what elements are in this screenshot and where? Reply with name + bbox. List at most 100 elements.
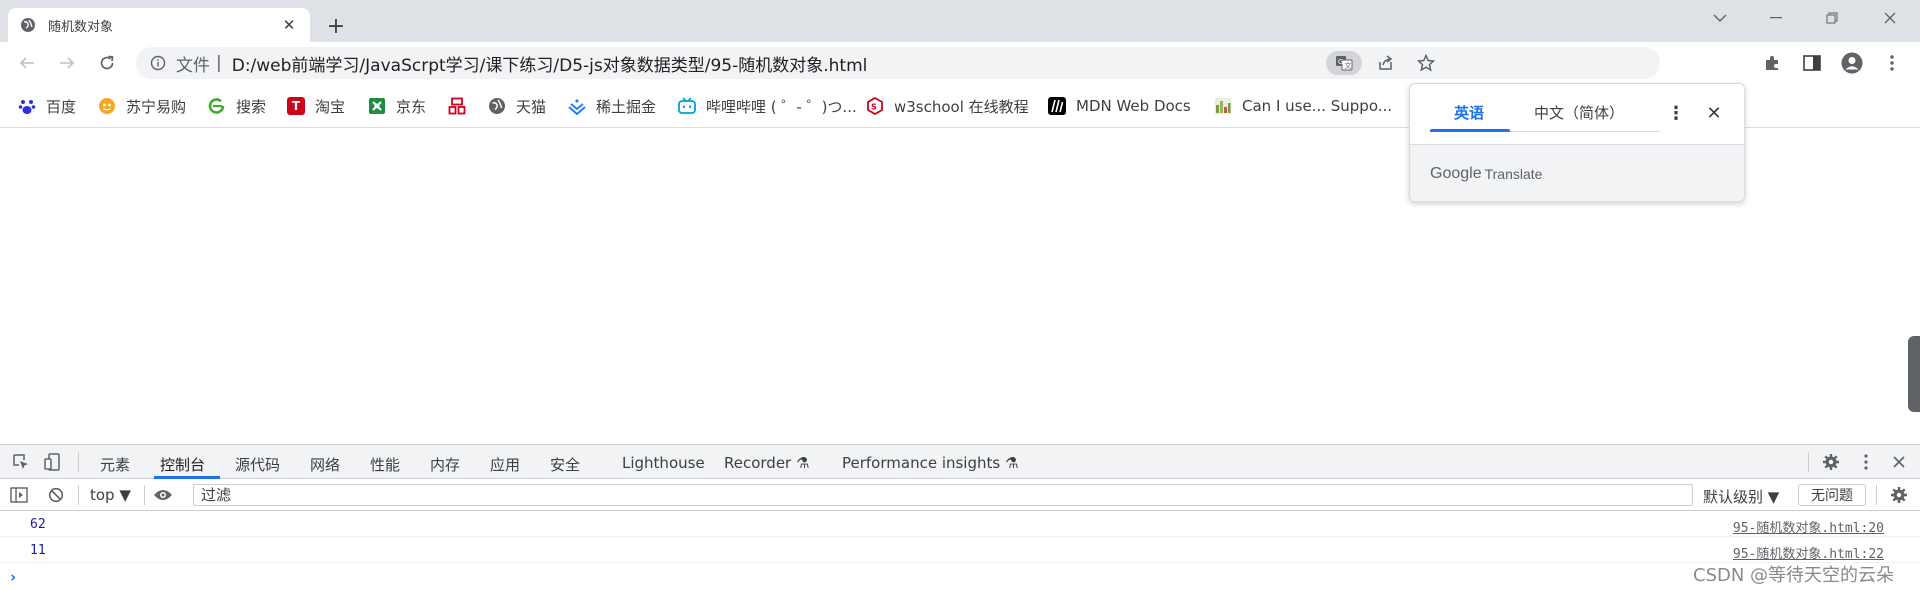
suning-icon xyxy=(98,97,116,115)
translate-tab-indicator xyxy=(1430,129,1510,132)
restore-icon[interactable] xyxy=(1804,0,1860,36)
bookmark-search[interactable]: 搜索 xyxy=(208,92,266,120)
eye-icon[interactable] xyxy=(152,484,174,506)
reload-icon[interactable] xyxy=(93,49,121,77)
taobao-icon: T xyxy=(287,97,305,115)
bookmark-label: 淘宝 xyxy=(315,97,346,116)
bookmark-label: 稀土掘金 xyxy=(596,97,657,116)
bookmark-label: 京东 xyxy=(396,97,427,116)
settings-gear-icon[interactable] xyxy=(1820,451,1842,473)
translate-tab-source[interactable]: 英语 xyxy=(1454,102,1484,123)
console-value: 11 xyxy=(30,543,46,558)
bookmark-tmall[interactable]: 天猫 xyxy=(488,92,546,120)
log-level-selector[interactable]: 默认级别 ▼ xyxy=(1703,486,1779,507)
browser-toolbar: 文件 | D:/web前端学习/JavaScrpt学习/课下练习/D5-js对象… xyxy=(0,42,1920,84)
forward-arrow-icon[interactable] xyxy=(53,49,81,77)
edge-scroll-widget[interactable] xyxy=(1908,336,1920,412)
close-icon[interactable]: ✕ xyxy=(1700,99,1728,127)
minimize-icon[interactable] xyxy=(1748,0,1804,36)
translate-footer: Google Translate xyxy=(1410,144,1744,201)
translate-popup: 英语 中文（简体） ⋮ ✕ Google Translate xyxy=(1409,83,1745,202)
console-toolbar: top ▼ 过滤 默认级别 ▼ 无问题 xyxy=(0,479,1920,511)
profile-avatar-icon[interactable] xyxy=(1838,49,1866,77)
bookmark-suning[interactable]: 苏宁易购 xyxy=(98,92,186,120)
devtools-separator xyxy=(1808,452,1809,472)
devtools-menu-icon[interactable] xyxy=(1855,451,1877,473)
bookmark-label: 搜索 xyxy=(236,97,267,116)
tab-sources[interactable]: 源代码 xyxy=(235,454,280,475)
url-text[interactable]: D:/web前端学习/JavaScrpt学习/课下练习/D5-js对象数据类型/… xyxy=(232,51,868,76)
svg-text:G: G xyxy=(1338,58,1343,66)
console-settings-gear-icon[interactable] xyxy=(1888,484,1910,506)
svg-text:文: 文 xyxy=(1345,61,1352,70)
tab-strip: 随机数对象 ✕ + xyxy=(0,0,1920,42)
bookmark-label: Can I use... Suppo... xyxy=(1242,97,1393,115)
devtools-panel: 元素 控制台 源代码 网络 性能 内存 应用 安全 Lighthouse Rec… xyxy=(0,444,1920,590)
clear-console-icon[interactable] xyxy=(45,484,67,506)
info-icon[interactable] xyxy=(150,55,166,71)
back-arrow-icon[interactable] xyxy=(13,49,41,77)
globe-icon xyxy=(20,17,36,33)
translate-header: 英语 中文（简体） ⋮ ✕ xyxy=(1410,84,1744,144)
tab-security[interactable]: 安全 xyxy=(550,454,580,475)
tab-performance-insights[interactable]: Performance insights ⚗ xyxy=(842,454,1018,472)
tab-recorder[interactable]: Recorder ⚗ xyxy=(724,454,809,472)
bookmark-label: 哔哩哔哩 ( ゜- ゜)つ... xyxy=(706,97,857,116)
new-tab-button[interactable]: + xyxy=(322,12,350,40)
console-message: 62 95-随机数对象.html:20 xyxy=(0,512,1920,537)
bookmark-baidu[interactable]: 百度 xyxy=(18,92,76,120)
devtools-separator xyxy=(144,485,145,505)
device-toggle-icon[interactable] xyxy=(42,451,64,473)
svg-text:S: S xyxy=(871,103,877,112)
tab-performance[interactable]: 性能 xyxy=(370,454,400,475)
devtools-close-icon[interactable] xyxy=(1888,451,1910,473)
translate-brand-text: Translate xyxy=(1484,166,1543,182)
w3school-icon: S xyxy=(866,97,884,115)
share-icon[interactable] xyxy=(1368,51,1404,75)
more-options-icon[interactable]: ⋮ xyxy=(1662,99,1690,127)
bookmark-mdn[interactable]: MDN Web Docs xyxy=(1048,92,1191,120)
devtools-separator xyxy=(78,452,79,472)
browser-tab[interactable]: 随机数对象 ✕ xyxy=(8,8,310,42)
tab-network[interactable]: 网络 xyxy=(310,454,340,475)
address-bar[interactable]: 文件 | D:/web前端学习/JavaScrpt学习/课下练习/D5-js对象… xyxy=(136,47,1660,79)
devtools-separator xyxy=(78,485,79,505)
bookmark-bilibili[interactable]: 哔哩哔哩 ( ゜- ゜)つ... xyxy=(678,92,857,120)
bookmark-juejin[interactable]: 稀土掘金 xyxy=(568,92,656,120)
close-icon[interactable] xyxy=(1862,0,1918,36)
console-source-link[interactable]: 95-随机数对象.html:20 xyxy=(1733,517,1884,536)
chevron-down-icon[interactable] xyxy=(1692,0,1748,36)
bookmark-jd[interactable]: 京东 xyxy=(368,92,426,120)
tab-elements[interactable]: 元素 xyxy=(100,454,130,475)
bookmark-taobao[interactable]: T 淘宝 xyxy=(287,92,345,120)
side-panel-icon[interactable] xyxy=(1798,49,1826,77)
tab-memory[interactable]: 内存 xyxy=(430,454,460,475)
extensions-puzzle-icon[interactable] xyxy=(1758,49,1786,77)
tab-console[interactable]: 控制台 xyxy=(160,454,205,475)
tab-application[interactable]: 应用 xyxy=(490,454,520,475)
bookmark-caniuse[interactable]: Can I use... Suppo... xyxy=(1214,92,1392,120)
console-source-link[interactable]: 95-随机数对象.html:22 xyxy=(1733,543,1884,562)
sidebar-toggle-icon[interactable] xyxy=(8,484,30,506)
bookmark-grid[interactable] xyxy=(448,92,476,120)
juejin-icon xyxy=(568,97,586,115)
console-prompt[interactable]: › xyxy=(10,568,16,586)
translate-icon[interactable]: G文 xyxy=(1326,51,1362,75)
bookmark-w3school[interactable]: S w3school 在线教程 xyxy=(866,92,1029,120)
console-filter-input[interactable]: 过滤 xyxy=(193,484,1693,506)
grid-icon xyxy=(448,97,466,115)
menu-kebab-icon[interactable] xyxy=(1878,49,1906,77)
context-selector[interactable]: top ▼ xyxy=(90,486,131,504)
tab-lighthouse[interactable]: Lighthouse xyxy=(622,454,705,472)
jd-icon xyxy=(368,97,386,115)
star-icon[interactable] xyxy=(1408,51,1444,75)
scheme-separator: | xyxy=(216,53,222,73)
tab-close-icon[interactable]: ✕ xyxy=(280,16,298,34)
inspect-element-icon[interactable] xyxy=(10,451,32,473)
translate-tab-target[interactable]: 中文（简体） xyxy=(1534,102,1624,123)
watermark: CSDN @等待天空的云朵 xyxy=(1693,565,1895,586)
devtools-tabbar: 元素 控制台 源代码 网络 性能 内存 应用 安全 Lighthouse Rec… xyxy=(0,445,1920,479)
bookmark-label: 苏宁易购 xyxy=(126,97,187,116)
bilibili-icon xyxy=(678,97,696,115)
issues-button[interactable]: 无问题 xyxy=(1798,484,1866,506)
